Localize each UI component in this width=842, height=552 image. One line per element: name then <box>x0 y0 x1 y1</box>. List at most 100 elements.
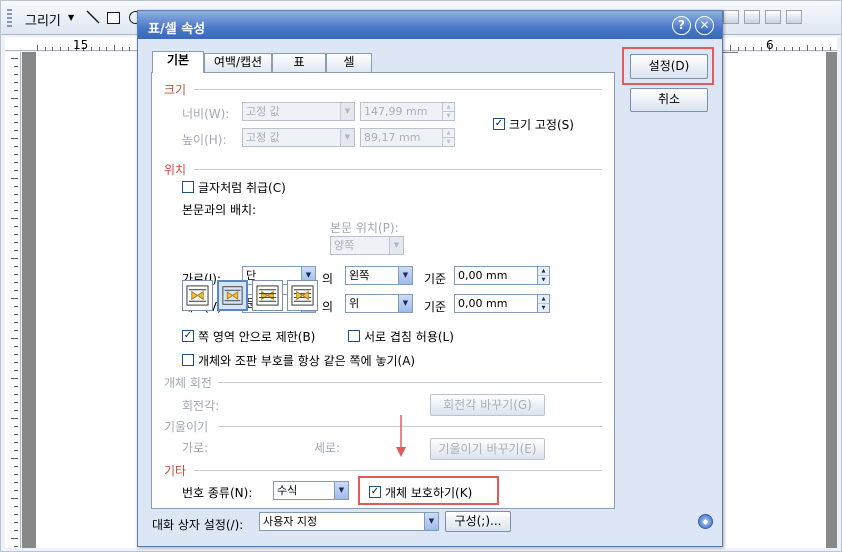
config-button[interactable]: 구성(;)... <box>445 511 511 532</box>
vruler-tick <box>14 274 18 275</box>
rectangle-tool-icon[interactable] <box>107 12 120 24</box>
vruler-tick <box>14 466 18 467</box>
vruler-tick <box>14 162 18 163</box>
close-icon[interactable]: ✕ <box>695 16 714 35</box>
horizontal-offset-field[interactable]: 0,00 mm ▲ ▼ <box>454 266 550 285</box>
tilt-section-title: 기울이기 <box>164 420 209 434</box>
vruler-tick <box>14 322 18 323</box>
line-tool-icon[interactable] <box>85 9 101 25</box>
tab-table[interactable]: 표 <box>272 53 326 72</box>
dialog-setting-select[interactable]: 사용자 지정 ▼ <box>259 512 439 531</box>
height-value-field: 89,17 mm ▲ ▼ <box>360 128 455 147</box>
vruler-tick <box>14 394 18 395</box>
ruler-tick <box>783 47 785 51</box>
position-section-title: 위치 <box>164 163 187 177</box>
table-cell-properties-dialog: 표/셀 속성 ? ✕ 기본 여백/캡션 표 셀 크기 너비(W): 고정 값 ▼ … <box>137 10 723 547</box>
restrict-page-checkbox[interactable]: ✓ <box>182 330 194 342</box>
vruler-tick <box>14 402 18 403</box>
treat-as-char-checkbox[interactable] <box>182 181 194 193</box>
height-mode-select: 고정 값 ▼ <box>242 128 355 147</box>
allow-overlap-checkbox[interactable] <box>348 330 360 342</box>
vruler-tick <box>14 306 18 307</box>
vertical-align-select[interactable]: 위 ▼ <box>345 294 413 313</box>
vruler-tick <box>14 450 18 451</box>
dialog-title-bar: 표/셀 속성 <box>138 11 722 39</box>
draw-dropdown-icon[interactable]: ▼ <box>68 13 74 22</box>
vruler-tick <box>11 178 18 179</box>
vruler-tick <box>14 202 18 203</box>
ungroup-icon[interactable] <box>744 10 760 24</box>
position-divider <box>194 169 602 170</box>
vruler-tick <box>14 170 18 171</box>
vruler-tick <box>11 538 18 539</box>
vruler-tick <box>14 442 18 443</box>
vruler-tick <box>14 482 18 483</box>
treat-as-char-label: 글자처럼 취급(C) <box>198 181 286 195</box>
protect-highlight-box <box>358 476 499 505</box>
vruler-tick <box>14 426 18 427</box>
layout-tight-button[interactable] <box>217 280 248 311</box>
ruler-tick <box>114 45 115 51</box>
size-fixed-checkbox[interactable]: ✓ <box>493 118 505 130</box>
rotate-section-title: 개체 회전 <box>164 376 212 390</box>
vruler-tick <box>14 186 18 187</box>
vertical-offset-field[interactable]: 0,00 mm ▲ ▼ <box>454 294 550 313</box>
vruler-tick <box>14 490 18 491</box>
annotation-arrow-icon <box>396 415 406 457</box>
tilt-vertical-label: 세로: <box>314 441 341 455</box>
layout-label: 본문과의 배치: <box>182 203 257 217</box>
draw-menu[interactable]: 그리기 <box>25 10 61 29</box>
ruler-tick <box>98 47 100 51</box>
vruler-tick <box>14 434 18 435</box>
cancel-button[interactable]: 취소 <box>630 88 708 112</box>
ruler-tick <box>822 47 824 51</box>
layout-behind-button[interactable] <box>252 280 283 311</box>
chevron-down-icon[interactable]: ▼ <box>424 513 438 530</box>
tab-margin-caption[interactable]: 여백/캡션 <box>204 53 272 72</box>
size-fixed-label: 크기 고정(S) <box>509 118 574 132</box>
height-label: 높이(H): <box>182 133 227 147</box>
chevron-down-icon[interactable]: ▼ <box>398 267 412 284</box>
vruler-tick <box>14 514 18 515</box>
tilt-horizontal-label: 가로: <box>182 441 209 455</box>
width-mode-select: 고정 값 ▼ <box>242 102 355 121</box>
layout-front-button[interactable] <box>287 280 318 311</box>
ruler-tick <box>799 47 801 51</box>
vruler-tick <box>11 58 18 59</box>
help-info-icon[interactable]: ◆ <box>698 514 713 529</box>
toolbar-right-icons <box>723 10 823 26</box>
number-type-select[interactable]: 수식 ▼ <box>273 481 349 500</box>
group-icon[interactable] <box>723 10 739 24</box>
base-label-2: 기준 <box>424 300 447 314</box>
vruler-tick <box>14 370 18 371</box>
vruler-tick <box>14 410 18 411</box>
width-label: 너비(W): <box>182 107 230 121</box>
chevron-down-icon[interactable]: ▼ <box>334 482 348 499</box>
same-page-checkbox[interactable] <box>182 354 194 366</box>
tab-cell[interactable]: 셀 <box>326 53 372 72</box>
vruler-tick <box>14 546 18 547</box>
align-icon[interactable] <box>765 10 781 24</box>
ruler-label: 6 <box>766 38 774 52</box>
toolbar-grip-icon[interactable] <box>7 9 12 27</box>
body-position-select: 양쪽 ▼ <box>330 236 404 255</box>
tab-basic[interactable]: 기본 <box>152 51 204 73</box>
ruler-tick <box>67 47 69 51</box>
of-label-1: 의 <box>322 272 334 286</box>
ruler-tick <box>753 47 755 51</box>
arrange-icon[interactable] <box>786 10 802 24</box>
help-icon[interactable]: ? <box>672 16 691 35</box>
ruler-tick <box>52 47 54 51</box>
vruler-tick <box>14 314 18 315</box>
vruler-tick <box>14 266 18 267</box>
vruler-tick <box>14 106 18 107</box>
layout-square-button[interactable] <box>182 280 213 311</box>
allow-overlap-label: 서로 겹침 허용(L) <box>364 330 454 344</box>
horizontal-align-select[interactable]: 왼쪽 ▼ <box>345 266 413 285</box>
ruler-tick <box>44 47 46 51</box>
dialog-setting-label: 대화 상자 설정(/): <box>152 518 244 532</box>
vruler-tick <box>14 122 18 123</box>
etc-divider <box>194 470 602 471</box>
chevron-down-icon[interactable]: ▼ <box>398 295 412 312</box>
vruler-tick <box>14 330 18 331</box>
